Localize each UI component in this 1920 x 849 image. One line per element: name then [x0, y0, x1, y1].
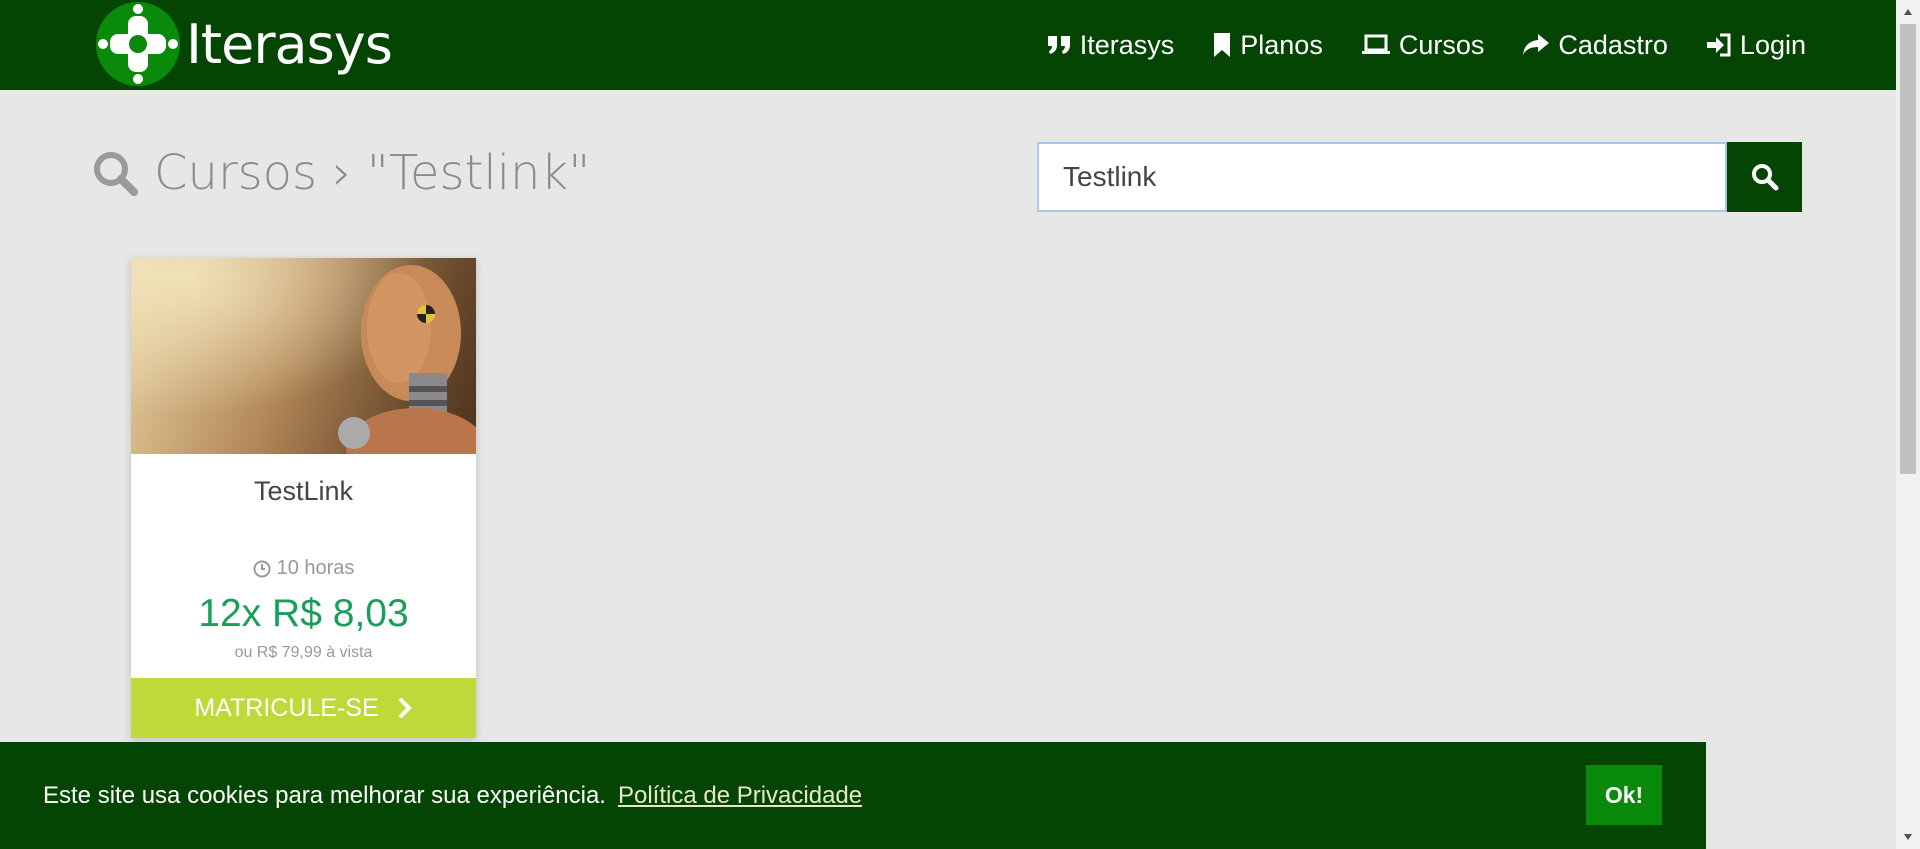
search-icon — [94, 152, 138, 196]
quote-icon — [1047, 36, 1070, 54]
nav-label: Iterasys — [1079, 29, 1175, 60]
brand-name: Iterasys — [186, 12, 393, 76]
nav-item-login[interactable]: Login — [1706, 30, 1806, 61]
chevron-right-icon — [398, 697, 412, 719]
search-icon — [1751, 164, 1778, 191]
cookie-banner: Este site usa cookies para melhorar sua … — [0, 742, 1706, 849]
vertical-scrollbar[interactable] — [1896, 0, 1920, 849]
clock-icon — [253, 560, 271, 577]
nav-label: Cursos — [1398, 29, 1485, 60]
course-hours: 10 horas — [276, 557, 355, 579]
enroll-button[interactable]: MATRICULE-SE — [131, 678, 476, 738]
nav-label: Login — [1739, 29, 1806, 60]
sign-in-icon — [1706, 33, 1731, 57]
course-full-price: ou R$ 79,99 à vista — [234, 644, 373, 661]
brand-logo[interactable]: Iterasys — [96, 2, 393, 86]
bookmark-icon — [1214, 33, 1231, 57]
nav-item-cursos[interactable]: Cursos — [1361, 29, 1485, 61]
nav-item-cadastro[interactable]: Cadastro — [1522, 30, 1668, 61]
page-title-text: Cursos › "Testlink" — [154, 145, 591, 201]
laptop-icon — [1361, 34, 1390, 54]
share-icon — [1523, 34, 1550, 55]
scroll-thumb[interactable] — [1900, 24, 1916, 474]
privacy-policy-link[interactable]: Política de Privacidade — [618, 782, 862, 810]
scroll-down-icon[interactable] — [1896, 827, 1920, 847]
search-button[interactable] — [1727, 142, 1802, 212]
nav-label: Planos — [1240, 29, 1323, 60]
main-nav: Iterasys Planos Cursos Cadastro Login — [1046, 0, 1806, 90]
page-title: Cursos › "Testlink" — [92, 145, 590, 201]
nav-item-iterasys[interactable]: Iterasys — [1046, 29, 1175, 61]
cookie-text: Este site usa cookies para melhorar sua … — [43, 781, 606, 809]
course-duration: 10 horas — [131, 557, 476, 580]
course-image — [131, 258, 476, 454]
course-installments: 12x R$ 8,03 — [198, 592, 409, 635]
nav-label: Cadastro — [1558, 29, 1668, 60]
scroll-up-icon[interactable] — [1896, 2, 1920, 22]
search-input[interactable] — [1037, 142, 1727, 212]
cookie-ok-button[interactable]: Ok! — [1586, 765, 1662, 825]
course-title[interactable]: TestLink — [131, 476, 476, 507]
enroll-label: MATRICULE-SE — [194, 693, 379, 722]
plus-logo-icon — [96, 2, 180, 86]
nav-item-planos[interactable]: Planos — [1212, 30, 1323, 61]
top-navbar: Iterasys Iterasys Planos Cursos Cadastro… — [0, 0, 1896, 90]
course-card[interactable]: TestLink 10 horas 12x R$ 8,03 ou R$ 79,9… — [131, 258, 476, 738]
search-bar — [1037, 142, 1802, 212]
